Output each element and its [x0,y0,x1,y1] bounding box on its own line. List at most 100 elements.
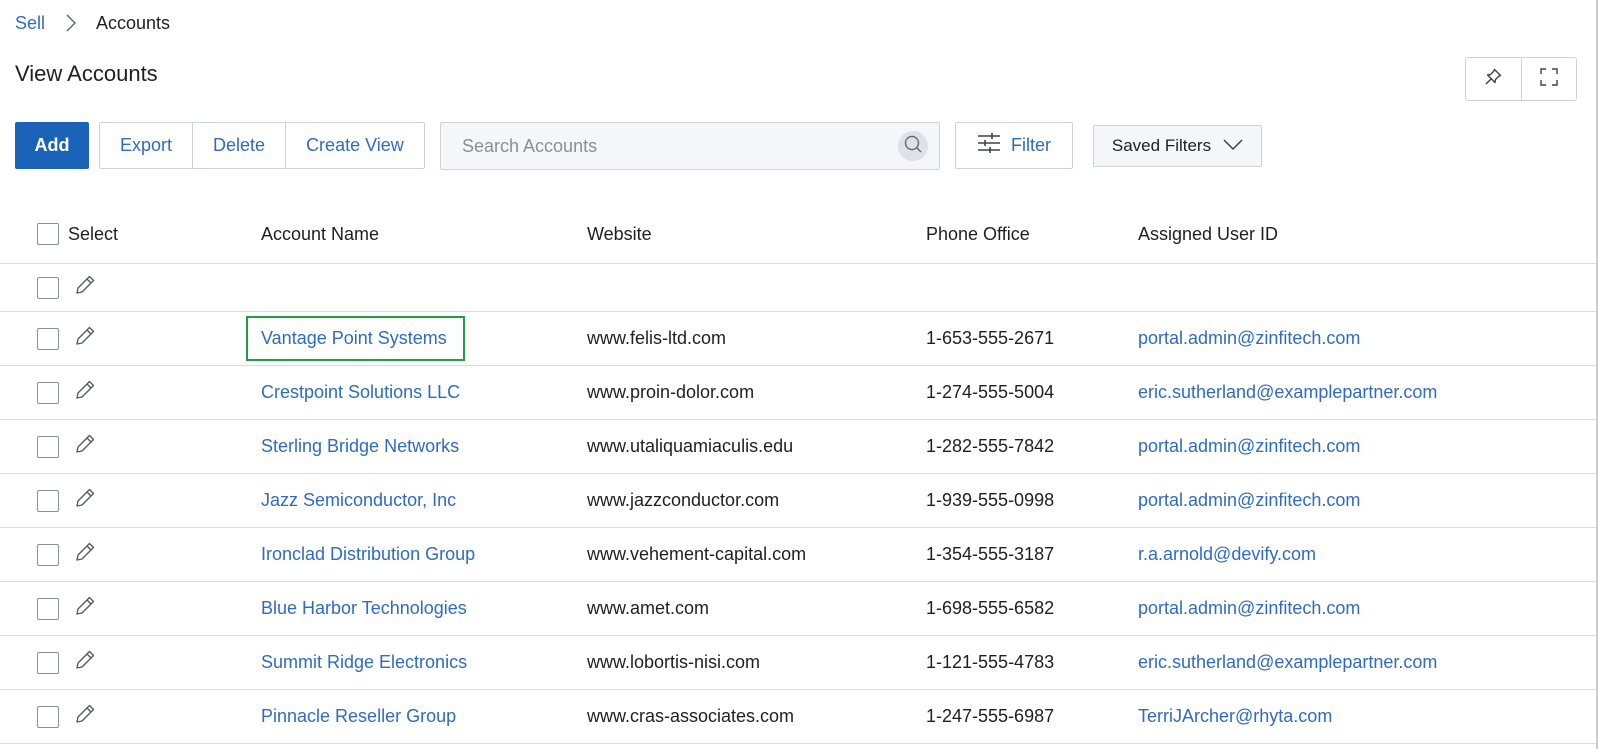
fullscreen-icon [1539,67,1559,92]
website-cell: www.vehement-capital.com [587,544,807,564]
website-cell: www.felis-ltd.com [587,328,727,348]
assigned-user-link[interactable]: TerriJArcher@rhyta.com [1138,690,1332,743]
website-cell: www.jazzconductor.com [587,490,780,510]
edit-button[interactable] [73,582,97,635]
row-checkbox[interactable] [37,381,59,404]
select-header: Select [37,205,118,263]
account-name-link[interactable]: Vantage Point Systems [246,316,465,361]
table-row: Vantage Point Systems www.felis-ltd.com … [0,312,1598,366]
add-button[interactable]: Add [15,122,89,169]
row-checkbox[interactable] [37,651,59,674]
table-row-new [0,264,1598,312]
website-cell: www.utaliquamiaculis.edu [587,436,794,456]
pencil-icon [74,325,96,352]
row-checkbox[interactable] [37,489,59,512]
sliders-icon [977,132,1001,159]
breadcrumb-sell-link[interactable]: Sell [15,13,45,34]
pin-icon [1483,67,1503,92]
accounts-table: Select Account Name Website Phone Office… [0,205,1598,744]
assigned-user-link[interactable]: r.a.arnold@devify.com [1138,528,1316,581]
phone-office-header[interactable]: Phone Office [926,205,1030,263]
search-icon [903,134,923,159]
export-button[interactable]: Export [100,123,192,168]
edit-button[interactable] [73,264,97,311]
assigned-user-link[interactable]: eric.sutherland@examplepartner.com [1138,636,1437,689]
fullscreen-button[interactable] [1520,58,1577,100]
phone-cell: 1-653-555-2671 [926,328,1055,348]
assigned-user-link[interactable]: portal.admin@zinfitech.com [1138,582,1360,635]
assigned-user-header[interactable]: Assigned User ID [1138,205,1278,263]
chevron-down-icon [1223,136,1243,156]
website-cell: www.lobortis-nisi.com [587,652,761,672]
account-name-link[interactable]: Crestpoint Solutions LLC [261,366,460,419]
select-header-label: Select [68,223,119,244]
edit-button[interactable] [73,312,97,365]
row-checkbox[interactable] [37,543,59,566]
assigned-user-link[interactable]: eric.sutherland@examplepartner.com [1138,366,1437,419]
phone-cell: 1-247-555-6987 [926,706,1055,726]
website-cell: www.cras-associates.com [587,706,795,726]
saved-filters-dropdown[interactable]: Saved Filters [1093,125,1262,167]
edit-button[interactable] [73,528,97,581]
phone-cell: 1-698-555-6582 [926,598,1055,618]
row-checkbox[interactable] [37,276,59,299]
edit-button[interactable] [73,366,97,419]
website-cell: www.proin-dolor.com [587,382,755,402]
saved-filters-label: Saved Filters [1111,136,1212,155]
account-name-link[interactable]: Jazz Semiconductor, Inc [261,474,456,527]
pencil-icon [74,379,96,406]
account-name-link[interactable]: Pinnacle Reseller Group [261,690,456,743]
pencil-icon [74,649,96,676]
assigned-user-link[interactable]: portal.admin@zinfitech.com [1138,420,1360,473]
account-name-header[interactable]: Account Name [261,205,379,263]
chevron-right-icon [59,11,83,35]
edit-button[interactable] [73,636,97,689]
search-box [440,122,940,170]
account-name-link[interactable]: Summit Ridge Electronics [261,636,467,689]
breadcrumb: Sell Accounts [15,11,170,35]
account-name-link[interactable]: Blue Harbor Technologies [261,582,467,635]
phone-cell: 1-274-555-5004 [926,382,1055,402]
table-row: Summit Ridge Electronics www.lobortis-ni… [0,636,1598,690]
table-row: Jazz Semiconductor, Inc www.jazzconducto… [0,474,1598,528]
pencil-icon [74,541,96,568]
phone-cell: 1-354-555-3187 [926,544,1055,564]
table-row: Ironclad Distribution Group www.vehement… [0,528,1598,582]
table-header-row: Select Account Name Website Phone Office… [0,205,1598,264]
filter-label: Filter [1011,135,1051,155]
delete-button[interactable]: Delete [192,123,285,168]
edit-button[interactable] [73,420,97,473]
table-row: Sterling Bridge Networks www.utaliquamia… [0,420,1598,474]
website-cell: www.amet.com [587,598,710,618]
pencil-icon [74,433,96,460]
phone-cell: 1-939-555-0998 [926,490,1055,510]
phone-cell: 1-282-555-7842 [926,436,1055,456]
assigned-user-link[interactable]: portal.admin@zinfitech.com [1138,474,1360,527]
pencil-icon [74,703,96,730]
page-title: View Accounts [15,61,158,86]
edit-button[interactable] [73,474,97,527]
table-row: Pinnacle Reseller Group www.cras-associa… [0,690,1598,744]
phone-cell: 1-121-555-4783 [926,652,1055,672]
assigned-user-link[interactable]: portal.admin@zinfitech.com [1138,312,1360,365]
filter-button[interactable]: Filter [955,122,1073,169]
row-checkbox[interactable] [37,435,59,458]
view-tools [1465,57,1577,101]
account-name-link[interactable]: Ironclad Distribution Group [261,528,475,581]
table-row: Crestpoint Solutions LLC www.proin-dolor… [0,366,1598,420]
search-button[interactable] [898,131,928,161]
search-input[interactable] [441,123,898,169]
website-header[interactable]: Website [587,205,652,263]
row-checkbox[interactable] [37,705,59,728]
table-row: Blue Harbor Technologies www.amet.com 1-… [0,582,1598,636]
select-all-checkbox[interactable] [37,223,59,245]
row-checkbox[interactable] [37,597,59,620]
pencil-icon [74,595,96,622]
edit-button[interactable] [73,690,97,743]
account-name-link[interactable]: Sterling Bridge Networks [261,420,459,473]
create-view-button[interactable]: Create View [285,123,424,168]
pencil-icon [74,274,96,301]
row-checkbox[interactable] [37,327,59,350]
pencil-icon [74,487,96,514]
pin-button[interactable] [1466,58,1521,100]
